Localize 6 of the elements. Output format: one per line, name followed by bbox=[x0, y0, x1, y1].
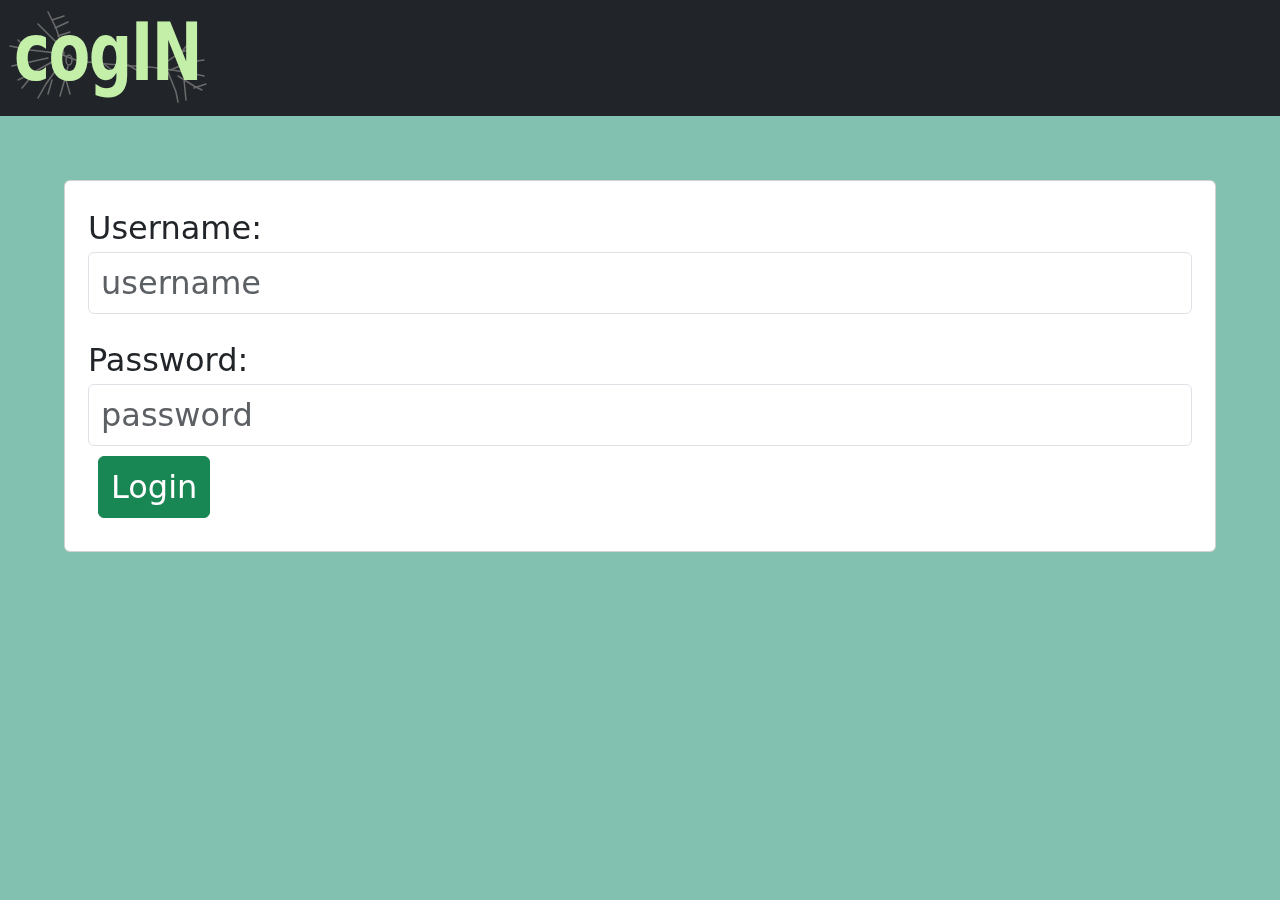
logo: cogIN bbox=[8, 8, 208, 104]
input-field[interactable]: password bbox=[88, 384, 1192, 446]
input-field[interactable]: username bbox=[88, 252, 1192, 314]
login-button[interactable]: Login bbox=[98, 456, 211, 518]
field-label: Password: bbox=[88, 340, 250, 381]
field-label: Username: bbox=[88, 208, 263, 249]
